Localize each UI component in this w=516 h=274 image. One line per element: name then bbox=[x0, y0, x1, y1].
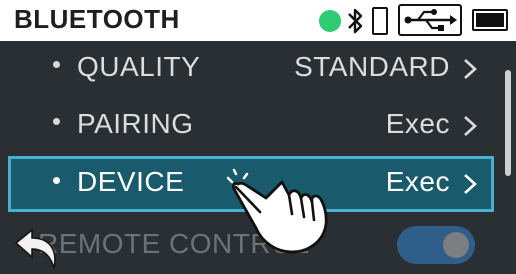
usb-icon bbox=[398, 4, 462, 36]
remote-control-toggle[interactable] bbox=[397, 226, 475, 264]
bullet-icon bbox=[53, 118, 60, 125]
bullet-icon bbox=[53, 177, 60, 184]
chevron-right-icon bbox=[464, 116, 477, 136]
menu-item-pairing[interactable]: PAIRING Exec bbox=[8, 98, 494, 154]
phone-icon bbox=[372, 7, 388, 35]
menu-item-label: QUALITY bbox=[77, 51, 201, 82]
menu-item-value: STANDARD bbox=[294, 51, 450, 82]
chevron-right-icon bbox=[464, 174, 477, 194]
menu-item-value: Exec bbox=[385, 166, 450, 197]
chevron-right-icon bbox=[464, 59, 477, 79]
battery-icon bbox=[472, 9, 508, 31]
menu-item-label: PAIRING bbox=[77, 108, 194, 139]
bluetooth-screen: BLUETOOTH QUALITY STANDARD PAIRING Exec … bbox=[0, 0, 516, 274]
bullet-icon bbox=[53, 61, 60, 68]
menu-item-quality[interactable]: QUALITY STANDARD bbox=[8, 41, 494, 97]
title-bar: BLUETOOTH bbox=[0, 0, 516, 41]
connected-dot-icon bbox=[319, 10, 341, 32]
toggle-knob bbox=[443, 232, 469, 258]
back-arrow-icon[interactable] bbox=[14, 226, 62, 270]
scrollbar[interactable] bbox=[505, 70, 511, 176]
menu-item-value: Exec bbox=[385, 108, 450, 139]
tap-hand-icon bbox=[226, 168, 328, 254]
page-title: BLUETOOTH bbox=[14, 4, 180, 34]
menu-item-label: DEVICE bbox=[77, 166, 185, 197]
bluetooth-icon bbox=[348, 8, 363, 34]
